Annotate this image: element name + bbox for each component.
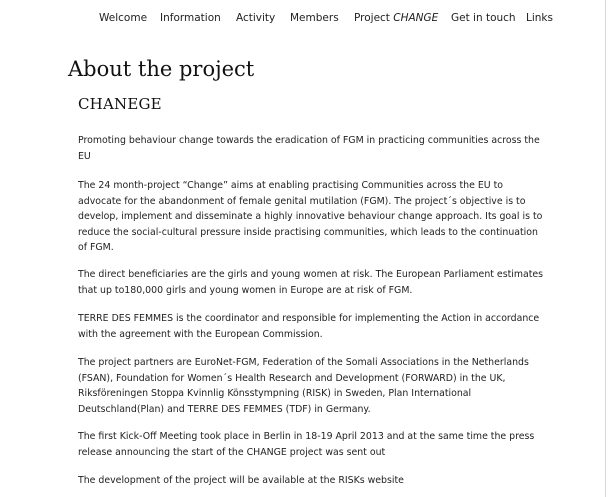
nav-item-information[interactable]: Information xyxy=(160,9,221,27)
paragraph-intro: Promoting behaviour change towards the e… xyxy=(78,135,540,162)
section-title: CHANEGE xyxy=(78,95,162,113)
page-frame: Welcome Information Activity Members Pro… xyxy=(0,0,606,497)
paragraph-development: The development of the project will be a… xyxy=(78,475,404,486)
nav-item-members[interactable]: Members xyxy=(290,9,339,27)
paragraph-project-aims: The 24 month-project “Change” aims at en… xyxy=(78,180,543,254)
paragraph-beneficiaries: The direct beneficiaries are the girls a… xyxy=(78,269,544,296)
nav-item-activity[interactable]: Activity xyxy=(236,9,275,27)
paragraph-partners: The project partners are EuroNet-FGM, Fe… xyxy=(78,357,529,415)
nav-item-project-change[interactable]: Project CHANGE xyxy=(354,9,438,27)
paragraph-kickoff: The first Kick-Off Meeting took place in… xyxy=(78,431,535,458)
paragraph-coordinator: TERRE DES FEMMES is the coordinator and … xyxy=(78,313,540,340)
page-title: About the project xyxy=(68,57,255,81)
nav-item-project-emphasis: CHANGE xyxy=(393,12,439,24)
nav-item-links[interactable]: Links xyxy=(526,9,553,27)
nav-item-welcome[interactable]: Welcome xyxy=(99,9,147,27)
nav-item-get-in-touch[interactable]: Get in touch xyxy=(451,9,516,27)
nav-item-project-prefix: Project xyxy=(354,12,394,24)
main-nav: Welcome Information Activity Members Pro… xyxy=(0,9,606,27)
